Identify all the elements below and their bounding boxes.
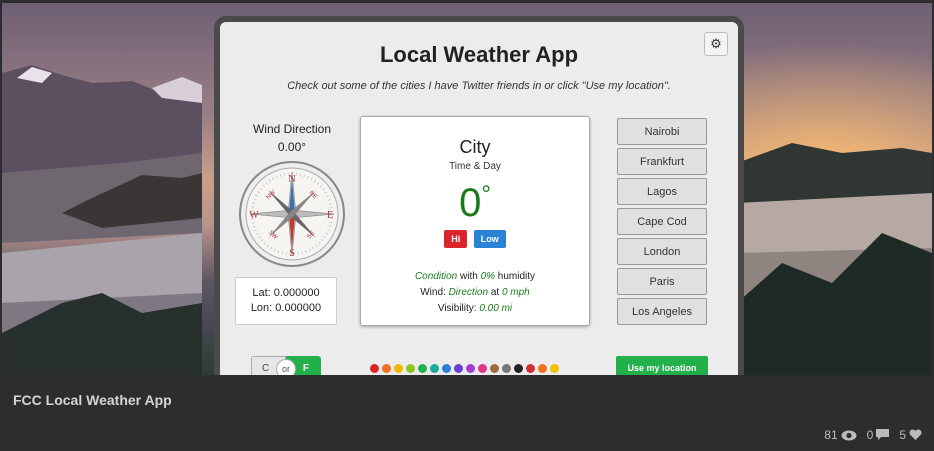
weather-details: Condition with 0% humidity Wind: Directi… <box>361 269 589 317</box>
wind-prefix: Wind: <box>420 287 449 298</box>
city-button[interactable]: Los Angeles <box>617 298 707 325</box>
hi-low-group: Hi Low <box>361 229 589 248</box>
color-swatch[interactable] <box>418 364 427 373</box>
color-swatch[interactable] <box>370 364 379 373</box>
eye-icon <box>841 430 857 440</box>
heart-icon <box>909 429 922 440</box>
color-swatch[interactable] <box>454 364 463 373</box>
use-my-location-button[interactable]: Use my location <box>616 356 708 375</box>
app-title: Local Weather App <box>379 42 579 67</box>
with-text: with <box>457 271 481 282</box>
project-stats: 81 0 5 <box>824 428 922 442</box>
condition-value: Condition <box>414 271 458 282</box>
visibility-line: Visibility: 0.00 mi <box>361 301 589 317</box>
latitude-value: Lat: 0.000000 <box>252 287 320 299</box>
at-text: at <box>488 287 502 298</box>
wind-speed: 0 mph <box>501 287 530 298</box>
unit-toggle[interactable]: C F or <box>251 356 321 375</box>
compass-s: S <box>289 248 295 259</box>
degree-symbol: ° <box>481 181 491 208</box>
city-button[interactable]: Frankfurt <box>617 148 707 175</box>
color-swatch[interactable] <box>502 364 511 373</box>
comment-icon <box>876 429 890 440</box>
likes-count: 5 <box>899 428 906 442</box>
city-list: Nairobi Frankfurt Lagos Cape Cod London … <box>617 118 707 328</box>
visibility-prefix: Visibility: <box>437 303 480 314</box>
color-swatch[interactable] <box>526 364 535 373</box>
project-title[interactable]: FCC Local Weather App <box>13 392 172 408</box>
project-preview[interactable]: ⚙ Local Weather App Check out some of th… <box>2 3 932 375</box>
condition-line: Condition with 0% humidity <box>361 269 589 285</box>
color-swatch[interactable] <box>394 364 403 373</box>
wind-direction-text: Direction <box>448 287 489 298</box>
low-button[interactable]: Low <box>473 230 506 248</box>
weather-app-card: ⚙ Local Weather App Check out some of th… <box>214 16 744 375</box>
compass-w: W <box>249 210 259 221</box>
comments-stat[interactable]: 0 <box>867 428 890 442</box>
compass-n: N <box>288 174 295 185</box>
city-button[interactable]: Cape Cod <box>617 208 707 235</box>
weather-panel: City Time & Day 0° Hi Low Condition with… <box>360 116 590 326</box>
visibility-value: 0.00 mi <box>479 303 513 314</box>
color-swatch[interactable] <box>406 364 415 373</box>
time-day: Time & Day <box>449 161 501 172</box>
color-swatches <box>370 364 559 373</box>
color-swatch[interactable] <box>538 364 547 373</box>
color-swatch[interactable] <box>478 364 487 373</box>
city-button[interactable]: Paris <box>617 268 707 295</box>
wind-direction-label: Wind Direction <box>252 122 332 136</box>
city-button[interactable]: Lagos <box>617 178 707 205</box>
city-name: City <box>459 137 491 157</box>
color-swatch[interactable] <box>382 364 391 373</box>
wind-direction-value: 0.00° <box>277 140 307 154</box>
color-swatch[interactable] <box>514 364 523 373</box>
color-swatch[interactable] <box>490 364 499 373</box>
city-button[interactable]: Nairobi <box>617 118 707 145</box>
app-subtitle: Check out some of the cities I have Twit… <box>287 80 671 92</box>
views-count: 81 <box>824 428 838 442</box>
humidity-label: humidity <box>495 271 536 282</box>
city-button[interactable]: London <box>617 238 707 265</box>
temperature: 0° <box>361 181 589 226</box>
comments-count: 0 <box>866 428 874 442</box>
humidity-value: 0% <box>480 271 496 282</box>
compass-e: E <box>327 210 333 221</box>
compass-icon: N S E W NE NW SE SW <box>239 161 345 267</box>
color-swatch[interactable] <box>430 364 439 373</box>
hi-button[interactable]: Hi <box>444 230 468 248</box>
wind-line: Wind: Direction at 0 mph <box>361 285 589 301</box>
likes-stat[interactable]: 5 <box>899 428 922 442</box>
temperature-value: 0 <box>459 181 482 225</box>
color-swatch[interactable] <box>550 364 559 373</box>
toggle-or-knob: or <box>276 359 296 375</box>
longitude-value: Lon: 0.000000 <box>250 302 322 314</box>
coordinates-box: Lat: 0.000000 Lon: 0.000000 <box>235 277 337 325</box>
color-swatch[interactable] <box>442 364 451 373</box>
color-swatch[interactable] <box>466 364 475 373</box>
views-stat: 81 <box>824 428 857 442</box>
